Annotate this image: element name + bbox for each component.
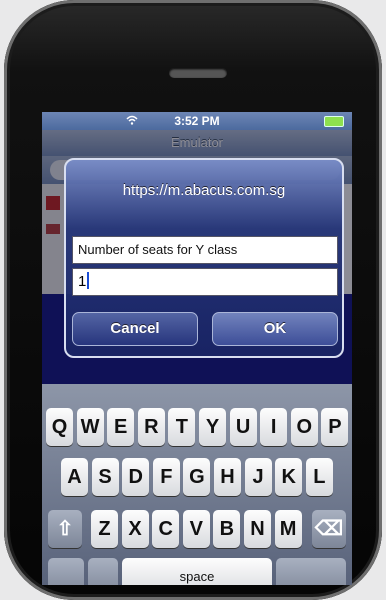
key-f[interactable]: F bbox=[152, 458, 180, 496]
space-key[interactable]: space bbox=[122, 558, 272, 585]
battery-icon bbox=[324, 116, 344, 127]
key-d[interactable]: D bbox=[122, 458, 150, 496]
status-time: 3:52 PM bbox=[174, 114, 220, 128]
key-q[interactable]: Q bbox=[46, 408, 73, 446]
key-e[interactable]: E bbox=[107, 408, 135, 446]
key-b[interactable]: B bbox=[213, 510, 241, 548]
key-s[interactable]: S bbox=[91, 458, 119, 496]
dialog-prompt-label: Number of seats for Y class bbox=[72, 236, 338, 264]
key-h[interactable]: H bbox=[214, 458, 241, 496]
key-n[interactable]: N bbox=[244, 510, 271, 548]
key-x[interactable]: X bbox=[121, 510, 149, 548]
status-bar: 3:52 PM bbox=[42, 112, 352, 130]
seats-input[interactable]: 1 bbox=[72, 268, 338, 296]
key-u[interactable]: U bbox=[229, 408, 257, 446]
key-j[interactable]: J bbox=[244, 458, 272, 496]
phone-screen: 3:52 PM Emulator https://m.abacus.com.sg… bbox=[42, 112, 352, 585]
key-z[interactable]: Z bbox=[91, 510, 118, 548]
key-t[interactable]: T bbox=[168, 408, 196, 446]
numbers-key[interactable] bbox=[48, 558, 84, 585]
key-o[interactable]: O bbox=[290, 408, 318, 446]
cancel-button[interactable]: Cancel bbox=[72, 312, 198, 346]
key-g[interactable]: G bbox=[183, 458, 211, 496]
delete-backspace-icon[interactable]: ⌫ bbox=[312, 510, 346, 548]
key-p[interactable]: P bbox=[321, 408, 349, 446]
phone-frame: 3:52 PM Emulator https://m.abacus.com.sg… bbox=[4, 0, 382, 600]
key-w[interactable]: W bbox=[76, 408, 104, 446]
seats-input-value: 1 bbox=[78, 273, 87, 290]
prompt-dialog: https://m.abacus.com.sg Number of seats … bbox=[64, 158, 344, 358]
key-k[interactable]: K bbox=[275, 458, 303, 496]
key-r[interactable]: R bbox=[137, 408, 165, 446]
key-v[interactable]: V bbox=[182, 510, 210, 548]
globe-key[interactable] bbox=[88, 558, 118, 585]
ok-button[interactable]: OK bbox=[212, 312, 338, 346]
onscreen-keyboard: QWERTYUIOP ASDFGHJKL ZXCVBNM ⇧ ⌫ space bbox=[42, 384, 352, 585]
key-c[interactable]: C bbox=[152, 510, 180, 548]
text-caret bbox=[87, 272, 90, 289]
key-i[interactable]: I bbox=[260, 408, 288, 446]
key-y[interactable]: Y bbox=[199, 408, 226, 446]
phone-speaker bbox=[169, 68, 227, 78]
key-a[interactable]: A bbox=[61, 458, 88, 496]
key-l[interactable]: L bbox=[305, 458, 333, 496]
dialog-title: https://m.abacus.com.sg bbox=[122, 182, 286, 199]
shift-arrow-icon[interactable]: ⇧ bbox=[48, 510, 82, 548]
key-m[interactable]: M bbox=[274, 510, 302, 548]
go-key[interactable] bbox=[276, 558, 346, 585]
